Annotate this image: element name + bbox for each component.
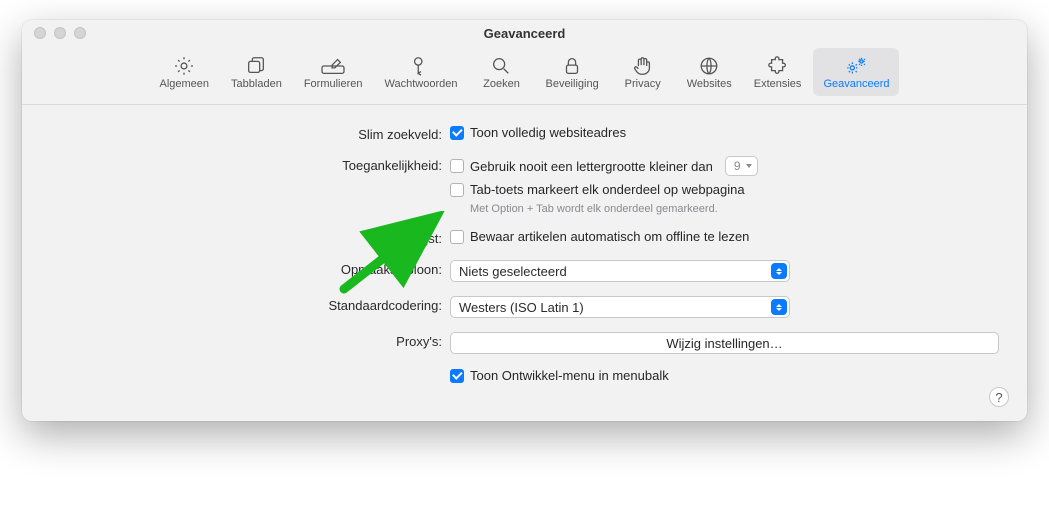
tab-privacy[interactable]: Privacy	[611, 48, 675, 96]
tab-security[interactable]: Beveiliging	[535, 48, 608, 96]
row-develop-menu: Toon Ontwikkel-menu in menubalk	[50, 368, 999, 383]
helper-option-tab: Met Option + Tab wordt elk onderdeel gem…	[470, 203, 999, 215]
chevron-updown-icon	[771, 263, 787, 279]
window-title: Geavanceerd	[22, 26, 1027, 41]
select-stylesheet[interactable]: Niets geselecteerd	[450, 260, 790, 282]
gears-icon	[844, 55, 868, 77]
row-smart-search: Slim zoekveld: Toon volledig websiteadre…	[50, 125, 999, 142]
option-show-full-address: Toon volledig websiteadres	[470, 125, 626, 140]
content-area: Slim zoekveld: Toon volledig websiteadre…	[22, 105, 1027, 421]
label-smart-search: Slim zoekveld:	[50, 125, 450, 142]
pencil-field-icon	[320, 55, 346, 77]
tab-advanced[interactable]: Geavanceerd	[813, 48, 899, 96]
titlebar: Geavanceerd	[22, 20, 1027, 46]
checkbox-show-full-address[interactable]	[450, 126, 464, 140]
preferences-window: Geavanceerd Algemeen Tabbladen Formulier…	[22, 20, 1027, 421]
chevron-updown-icon	[771, 299, 787, 315]
tab-extensions[interactable]: Extensies	[744, 48, 812, 96]
fontsize-stepper[interactable]: 9	[725, 156, 758, 176]
select-encoding[interactable]: Westers (ISO Latin 1)	[450, 296, 790, 318]
label-proxies: Proxy's:	[50, 332, 450, 349]
option-min-fontsize: Gebruik nooit een lettergrootte kleiner …	[470, 159, 713, 174]
gear-icon	[173, 55, 195, 77]
row-stylesheet: Opmaaksjabloon: Niets geselecteerd	[50, 260, 999, 282]
tab-general[interactable]: Algemeen	[150, 48, 220, 96]
minimize-window-button[interactable]	[54, 27, 66, 39]
checkbox-tab-highlight[interactable]	[450, 183, 464, 197]
row-proxies: Proxy's: Wijzig instellingen…	[50, 332, 999, 354]
row-encoding: Standaardcodering: Westers (ISO Latin 1)	[50, 296, 999, 318]
select-stylesheet-value: Niets geselecteerd	[459, 264, 567, 279]
option-save-offline: Bewaar artikelen automatisch om offline …	[470, 229, 749, 244]
window-controls	[34, 27, 86, 39]
puzzle-icon	[767, 55, 789, 77]
checkbox-save-offline[interactable]	[450, 230, 464, 244]
tab-tabs[interactable]: Tabbladen	[221, 48, 292, 96]
lock-icon	[561, 55, 583, 77]
tabs-icon	[245, 55, 267, 77]
help-button[interactable]: ?	[989, 387, 1009, 407]
tab-websites[interactable]: Websites	[677, 48, 742, 96]
annotation-arrow-icon	[336, 211, 456, 301]
label-encoding: Standaardcodering:	[50, 296, 450, 313]
label-accessibility: Toegankelijkheid:	[50, 156, 450, 173]
hand-icon	[632, 55, 654, 77]
tab-passwords[interactable]: Wachtwoorden	[375, 48, 468, 96]
key-icon	[410, 55, 432, 77]
change-proxy-settings-button[interactable]: Wijzig instellingen…	[450, 332, 999, 354]
select-encoding-value: Westers (ISO Latin 1)	[459, 300, 584, 315]
row-accessibility: Toegankelijkheid: Gebruik nooit een lett…	[50, 156, 999, 215]
row-reading-list: Leeslijst: Bewaar artikelen automatisch …	[50, 229, 999, 246]
preferences-toolbar: Algemeen Tabbladen Formulieren Wachtwoor…	[22, 46, 1027, 105]
globe-icon	[698, 55, 720, 77]
checkbox-show-develop-menu[interactable]	[450, 369, 464, 383]
search-icon	[490, 55, 512, 77]
tab-search[interactable]: Zoeken	[469, 48, 533, 96]
close-window-button[interactable]	[34, 27, 46, 39]
tab-autofill[interactable]: Formulieren	[294, 48, 373, 96]
option-show-develop-menu: Toon Ontwikkel-menu in menubalk	[470, 368, 669, 383]
zoom-window-button[interactable]	[74, 27, 86, 39]
checkbox-min-fontsize[interactable]	[450, 159, 464, 173]
label-reading-list: Leeslijst:	[50, 229, 450, 246]
option-tab-highlight: Tab-toets markeert elk onderdeel op webp…	[470, 182, 745, 197]
label-stylesheet: Opmaaksjabloon:	[50, 260, 450, 277]
